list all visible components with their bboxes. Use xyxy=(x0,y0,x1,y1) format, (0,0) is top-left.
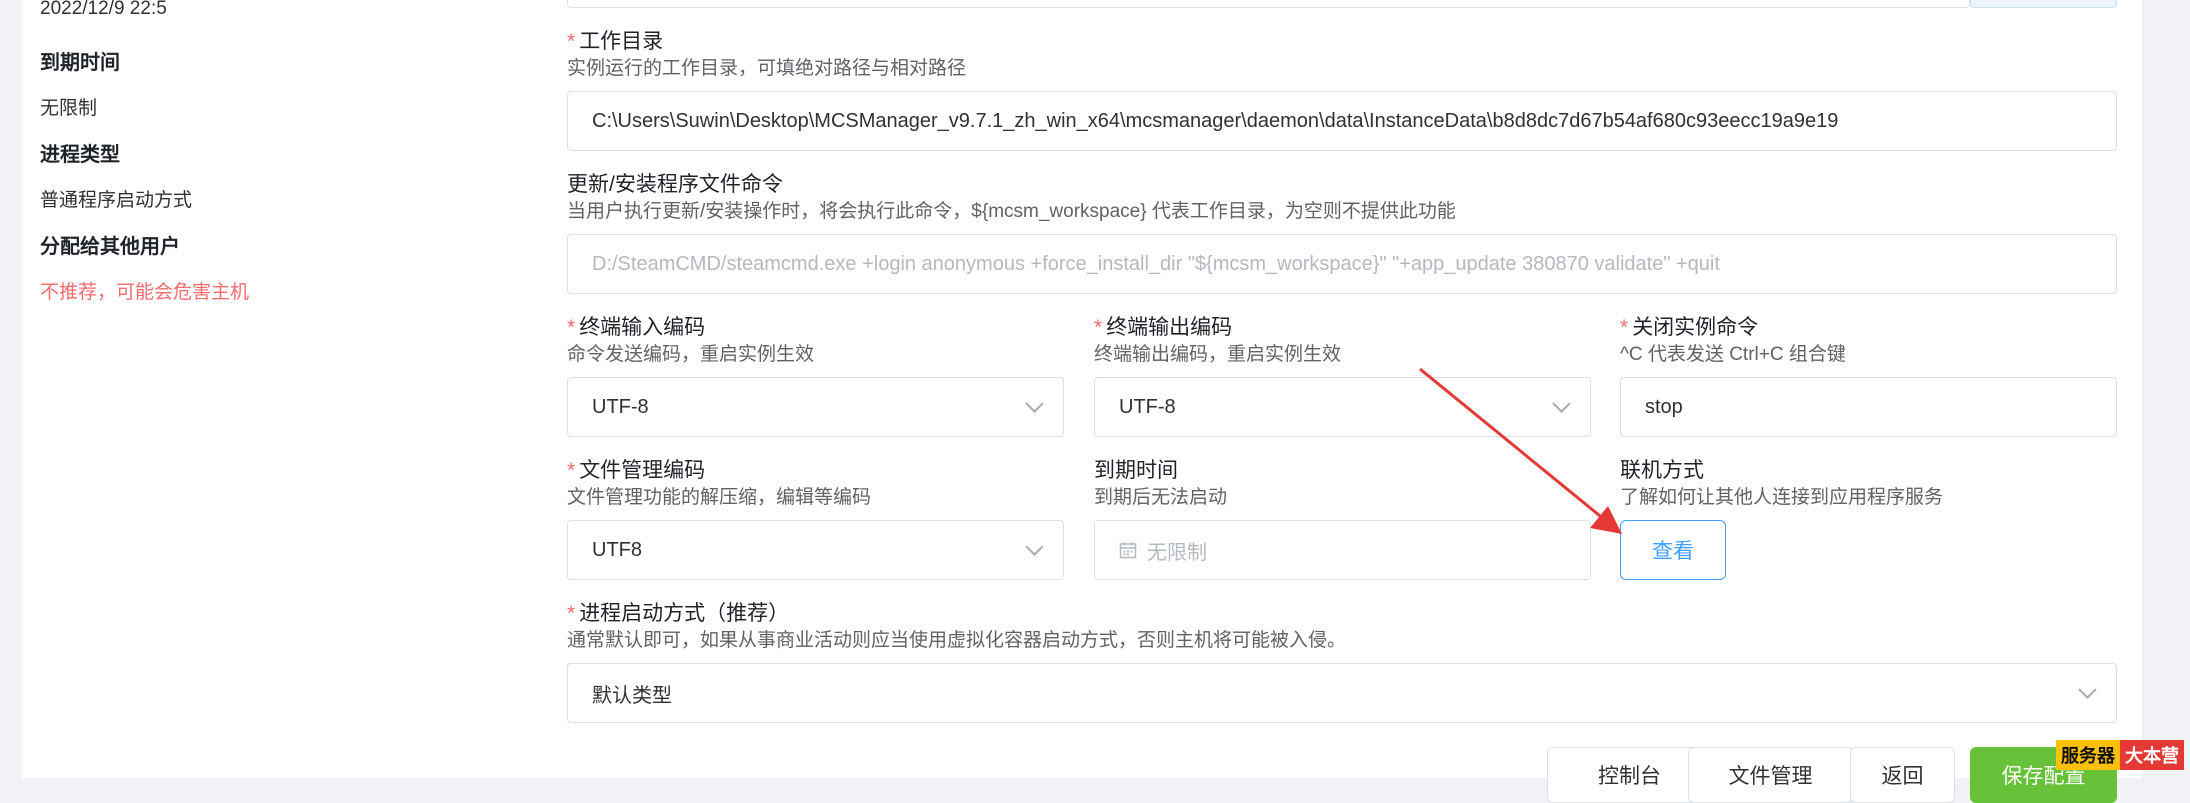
process-mode-select[interactable]: 默认类型 xyxy=(567,663,2117,723)
chevron-down-icon xyxy=(1025,537,1044,556)
network-desc: 了解如何让其他人连接到应用程序服务 xyxy=(1620,487,1944,508)
input-encoding-desc: 命令发送编码，重启实例生效 xyxy=(567,344,815,365)
created-date: 2022/12/9 22:5 xyxy=(40,0,167,19)
chevron-down-icon xyxy=(2078,680,2097,699)
expire-time-desc: 到期后无法启动 xyxy=(1094,487,1228,508)
output-encoding-label: * 终端输出编码 xyxy=(1094,316,1233,339)
expire-value: 无限制 xyxy=(40,98,98,119)
stop-cmd-desc: ^C 代表发送 Ctrl+C 组合键 xyxy=(1620,344,1846,365)
file-encoding-desc: 文件管理功能的解压缩，编辑等编码 xyxy=(567,487,872,508)
file-encoding-select[interactable]: UTF8 xyxy=(567,520,1064,580)
back-button[interactable]: 返回 xyxy=(1850,747,1955,803)
watermark-part1: 服务器 xyxy=(2056,740,2120,770)
chevron-down-icon xyxy=(1025,394,1044,413)
calendar-icon xyxy=(1119,541,1137,559)
update-cmd-input[interactable]: D:/SteamCMD/steamcmd.exe +login anonymou… xyxy=(567,234,2117,294)
assign-label: 分配给其他用户 xyxy=(40,236,180,258)
update-cmd-label: 更新/安装程序文件命令 xyxy=(567,173,783,196)
process-type-value: 普通程序启动方式 xyxy=(40,190,193,211)
expire-time-label: 到期时间 xyxy=(1094,459,1178,482)
process-mode-label: * 进程启动方式（推荐） xyxy=(567,602,790,625)
input-encoding-label: * 终端输入编码 xyxy=(567,316,706,339)
workdir-label: * 工作目录 xyxy=(567,30,664,53)
previous-field-button[interactable] xyxy=(1970,0,2117,8)
process-mode-desc: 通常默认即可，如果从事商业活动则应当使用虚拟化容器启动方式，否则主机将可能被入侵… xyxy=(567,630,1347,651)
file-encoding-label: * 文件管理编码 xyxy=(567,459,706,482)
watermark-logo: 服务器 大本营 xyxy=(2056,740,2184,770)
watermark-part2: 大本营 xyxy=(2120,740,2184,770)
expire-label: 到期时间 xyxy=(40,52,120,74)
input-encoding-select[interactable]: UTF-8 xyxy=(567,377,1064,437)
output-encoding-desc: 终端输出编码，重启实例生效 xyxy=(1094,344,1342,365)
previous-field-input[interactable] xyxy=(567,0,1970,8)
stop-cmd-label: * 关闭实例命令 xyxy=(1620,316,1759,339)
stop-cmd-input[interactable]: stop xyxy=(1620,377,2117,437)
workdir-desc: 实例运行的工作目录，可填绝对路径与相对路径 xyxy=(567,58,967,79)
update-cmd-desc: 当用户执行更新/安装操作时，将会执行此命令，${mcsm_workspace} … xyxy=(567,201,1456,222)
process-type-label: 进程类型 xyxy=(40,144,120,166)
assign-warning: 不推荐，可能会危害主机 xyxy=(40,282,250,303)
file-manager-button[interactable]: 文件管理 xyxy=(1688,747,1853,803)
workdir-input[interactable]: C:\Users\Suwin\Desktop\MCSManager_v9.7.1… xyxy=(567,91,2117,151)
annotation-arrow xyxy=(1419,367,1622,534)
